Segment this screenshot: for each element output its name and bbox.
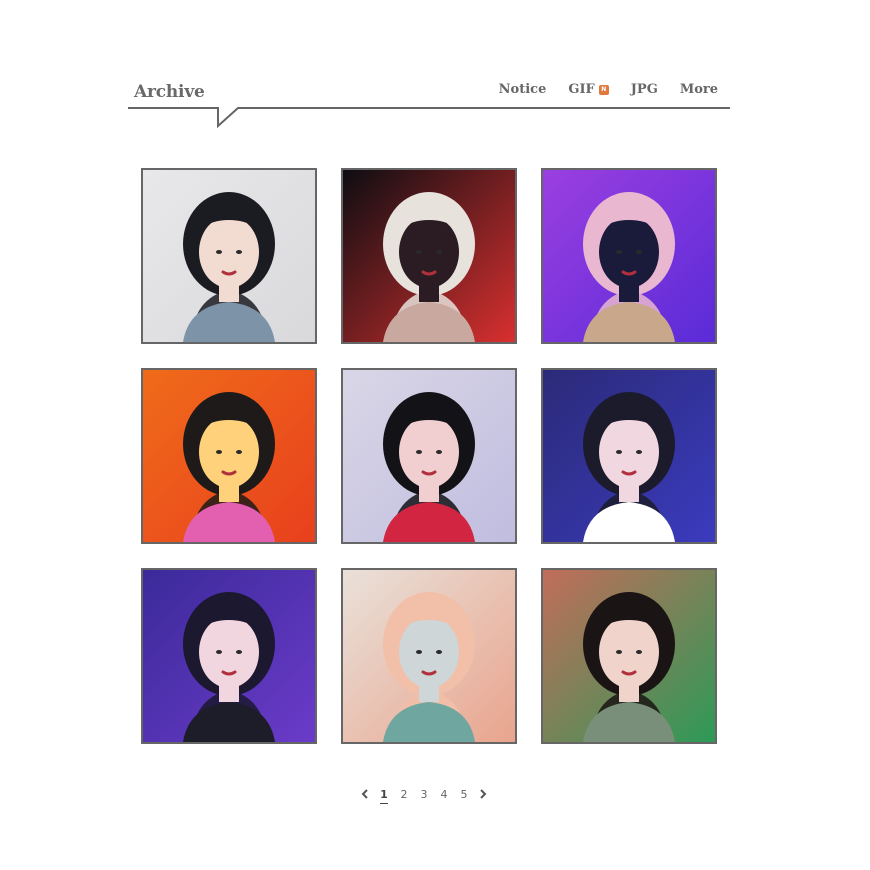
new-badge: N — [598, 84, 609, 95]
nav-notice-label: Notice — [498, 82, 547, 97]
nav-jpg-label: JPG — [630, 82, 658, 97]
page-link-5[interactable]: 5 — [454, 788, 474, 801]
gallery-photo-tile[interactable] — [141, 168, 317, 344]
nav-gif-label: GIF — [568, 82, 595, 97]
chevron-left-icon[interactable] — [356, 786, 374, 802]
gallery-photo-tile[interactable] — [541, 368, 717, 544]
pagination: 1 2 3 4 5 — [356, 786, 492, 804]
nav-notice[interactable]: Notice — [499, 82, 547, 97]
page-link-1[interactable]: 1 — [374, 788, 394, 804]
photo-image — [343, 570, 515, 742]
gallery-photo-tile[interactable] — [341, 168, 517, 344]
nav-gif[interactable]: GIF N — [568, 82, 609, 97]
photo-image — [343, 370, 515, 542]
nav-more-label: More — [679, 82, 718, 97]
gallery-photo-tile[interactable] — [541, 168, 717, 344]
nav-more[interactable]: More — [680, 82, 718, 97]
photo-image — [143, 170, 315, 342]
gallery-photo-tile[interactable] — [341, 368, 517, 544]
site-header: Archive Notice GIF N JPG More — [128, 76, 730, 132]
nav-jpg[interactable]: JPG — [631, 82, 658, 97]
site-logo[interactable]: Archive — [134, 82, 205, 102]
page-link-3[interactable]: 3 — [414, 788, 434, 801]
photo-image — [543, 570, 715, 742]
page-link-2[interactable]: 2 — [394, 788, 414, 801]
photo-image — [343, 170, 515, 342]
photo-image — [143, 570, 315, 742]
photo-image — [143, 370, 315, 542]
main-nav: Notice GIF N JPG More — [477, 82, 718, 97]
gallery-photo-tile[interactable] — [141, 568, 317, 744]
gallery-photo-tile[interactable] — [541, 568, 717, 744]
photo-image — [543, 170, 715, 342]
chevron-right-icon[interactable] — [474, 786, 492, 802]
header-rule-divider — [128, 107, 730, 128]
photo-image — [543, 370, 715, 542]
gallery-photo-tile[interactable] — [141, 368, 317, 544]
page-link-4[interactable]: 4 — [434, 788, 454, 801]
gallery-photo-tile[interactable] — [341, 568, 517, 744]
